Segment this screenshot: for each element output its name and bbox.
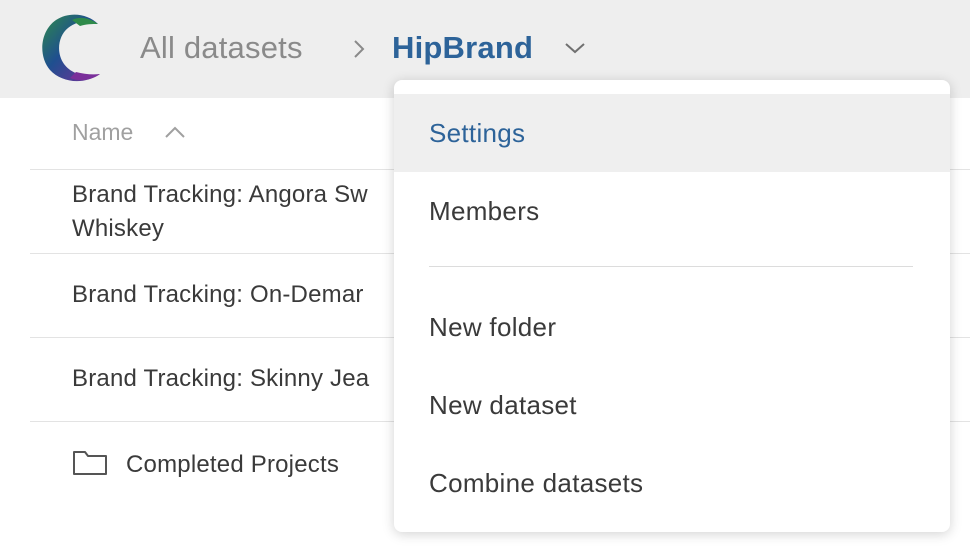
- sort-ascending-icon[interactable]: [164, 125, 186, 139]
- menu-item-settings[interactable]: Settings: [394, 94, 950, 172]
- menu-item-new-folder[interactable]: New folder: [394, 288, 950, 366]
- menu-divider: [429, 266, 913, 267]
- menu-item-combine-datasets[interactable]: Combine datasets: [394, 444, 950, 522]
- folder-icon: [73, 451, 107, 475]
- menu-item-new-dataset[interactable]: New dataset: [394, 366, 950, 444]
- dataset-name: Brand Tracking: Angora Sw Whiskey: [72, 181, 368, 242]
- breadcrumb-all-datasets[interactable]: All datasets: [140, 28, 303, 68]
- chevron-right-icon: [354, 40, 365, 58]
- breadcrumb-current-project[interactable]: HipBrand: [392, 28, 533, 68]
- menu-item-members[interactable]: Members: [394, 172, 950, 250]
- dataset-name: Brand Tracking: Skinny Jea: [72, 365, 370, 392]
- chevron-down-icon[interactable]: [563, 41, 587, 55]
- name-column-header[interactable]: Name: [72, 119, 133, 146]
- dataset-name: Brand Tracking: On-Demar: [72, 281, 364, 308]
- app-logo[interactable]: [36, 12, 104, 84]
- project-dropdown-menu: Settings Members New folder New dataset …: [394, 80, 950, 532]
